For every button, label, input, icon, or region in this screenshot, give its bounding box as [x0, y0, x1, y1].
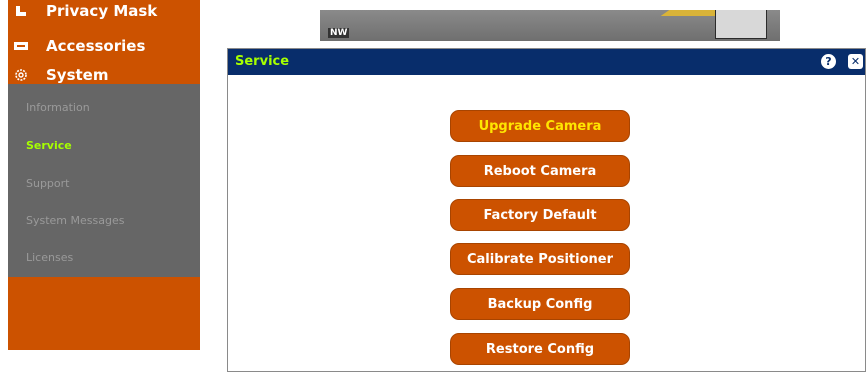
sidebar-item-system-messages[interactable]: System Messages	[26, 214, 124, 227]
help-icon[interactable]: ?	[821, 54, 836, 69]
restore-config-button[interactable]: Restore Config	[450, 333, 630, 365]
camera-preview: NW	[320, 10, 780, 41]
sidebar-item-accessories[interactable]: Accessories	[8, 31, 200, 60]
backup-config-button[interactable]: Backup Config	[450, 288, 630, 320]
vehicle-image	[715, 10, 767, 39]
service-dialog: Service ? ✕ Upgrade Camera Reboot Camera…	[227, 48, 866, 372]
accessories-icon	[14, 39, 28, 53]
sidebar: Privacy Mask Accessories System Informat…	[8, 0, 200, 350]
close-icon[interactable]: ✕	[848, 54, 863, 69]
sidebar-item-support[interactable]: Support	[26, 177, 69, 190]
privacy-mask-icon	[14, 4, 28, 18]
calibrate-positioner-button[interactable]: Calibrate Positioner	[450, 243, 630, 275]
reboot-camera-button[interactable]: Reboot Camera	[450, 155, 630, 187]
sidebar-item-licenses[interactable]: Licenses	[26, 251, 73, 264]
gear-icon	[14, 68, 28, 82]
sidebar-item-label: System	[46, 65, 109, 84]
sidebar-item-label: Privacy Mask	[46, 2, 158, 20]
sidebar-item-privacy-mask[interactable]: Privacy Mask	[8, 0, 200, 22]
dialog-title: Service	[235, 54, 290, 69]
sidebar-item-service[interactable]: Service	[26, 139, 72, 152]
sidebar-item-label: Accessories	[46, 36, 146, 55]
upgrade-camera-button[interactable]: Upgrade Camera	[450, 110, 630, 142]
dialog-header: Service ? ✕	[228, 49, 865, 75]
direction-label: NW	[328, 28, 350, 38]
factory-default-button[interactable]: Factory Default	[450, 199, 630, 231]
system-submenu: Information Service Support System Messa…	[8, 84, 200, 277]
sidebar-item-information[interactable]: Information	[26, 101, 90, 114]
